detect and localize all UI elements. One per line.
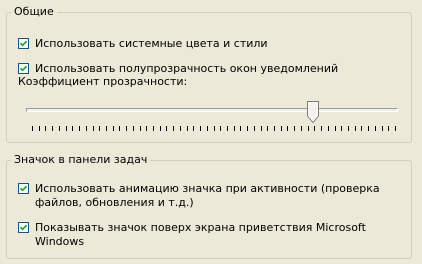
show-icon-on-welcome-label: Показывать значок поверх экрана приветст… [35,221,366,248]
use-translucency-label: Использовать полупрозрачность окон уведо… [35,62,339,75]
tray-icon-group-title: Значок в панели задач [11,153,151,167]
use-system-colors-checkbox[interactable] [18,38,29,49]
transparency-slider-ticks [32,126,396,131]
checkmark-icon [20,65,27,72]
transparency-slider-track[interactable] [26,108,398,112]
animate-icon-label: Использовать анимацию значка при активно… [35,182,380,209]
animate-icon-checkbox[interactable] [18,183,29,194]
checkmark-icon [20,224,27,231]
checkmark-icon [20,40,27,47]
general-group-title: Общие [11,5,57,19]
checkmark-icon [20,185,27,192]
use-system-colors-label: Использовать системные цвета и стили [35,37,268,50]
show-icon-on-welcome-checkbox[interactable] [18,222,29,233]
transparency-slider-thumb[interactable] [306,101,319,123]
use-translucency-checkbox[interactable] [18,63,29,74]
transparency-label: Коэффициент прозрачности: [18,75,188,88]
